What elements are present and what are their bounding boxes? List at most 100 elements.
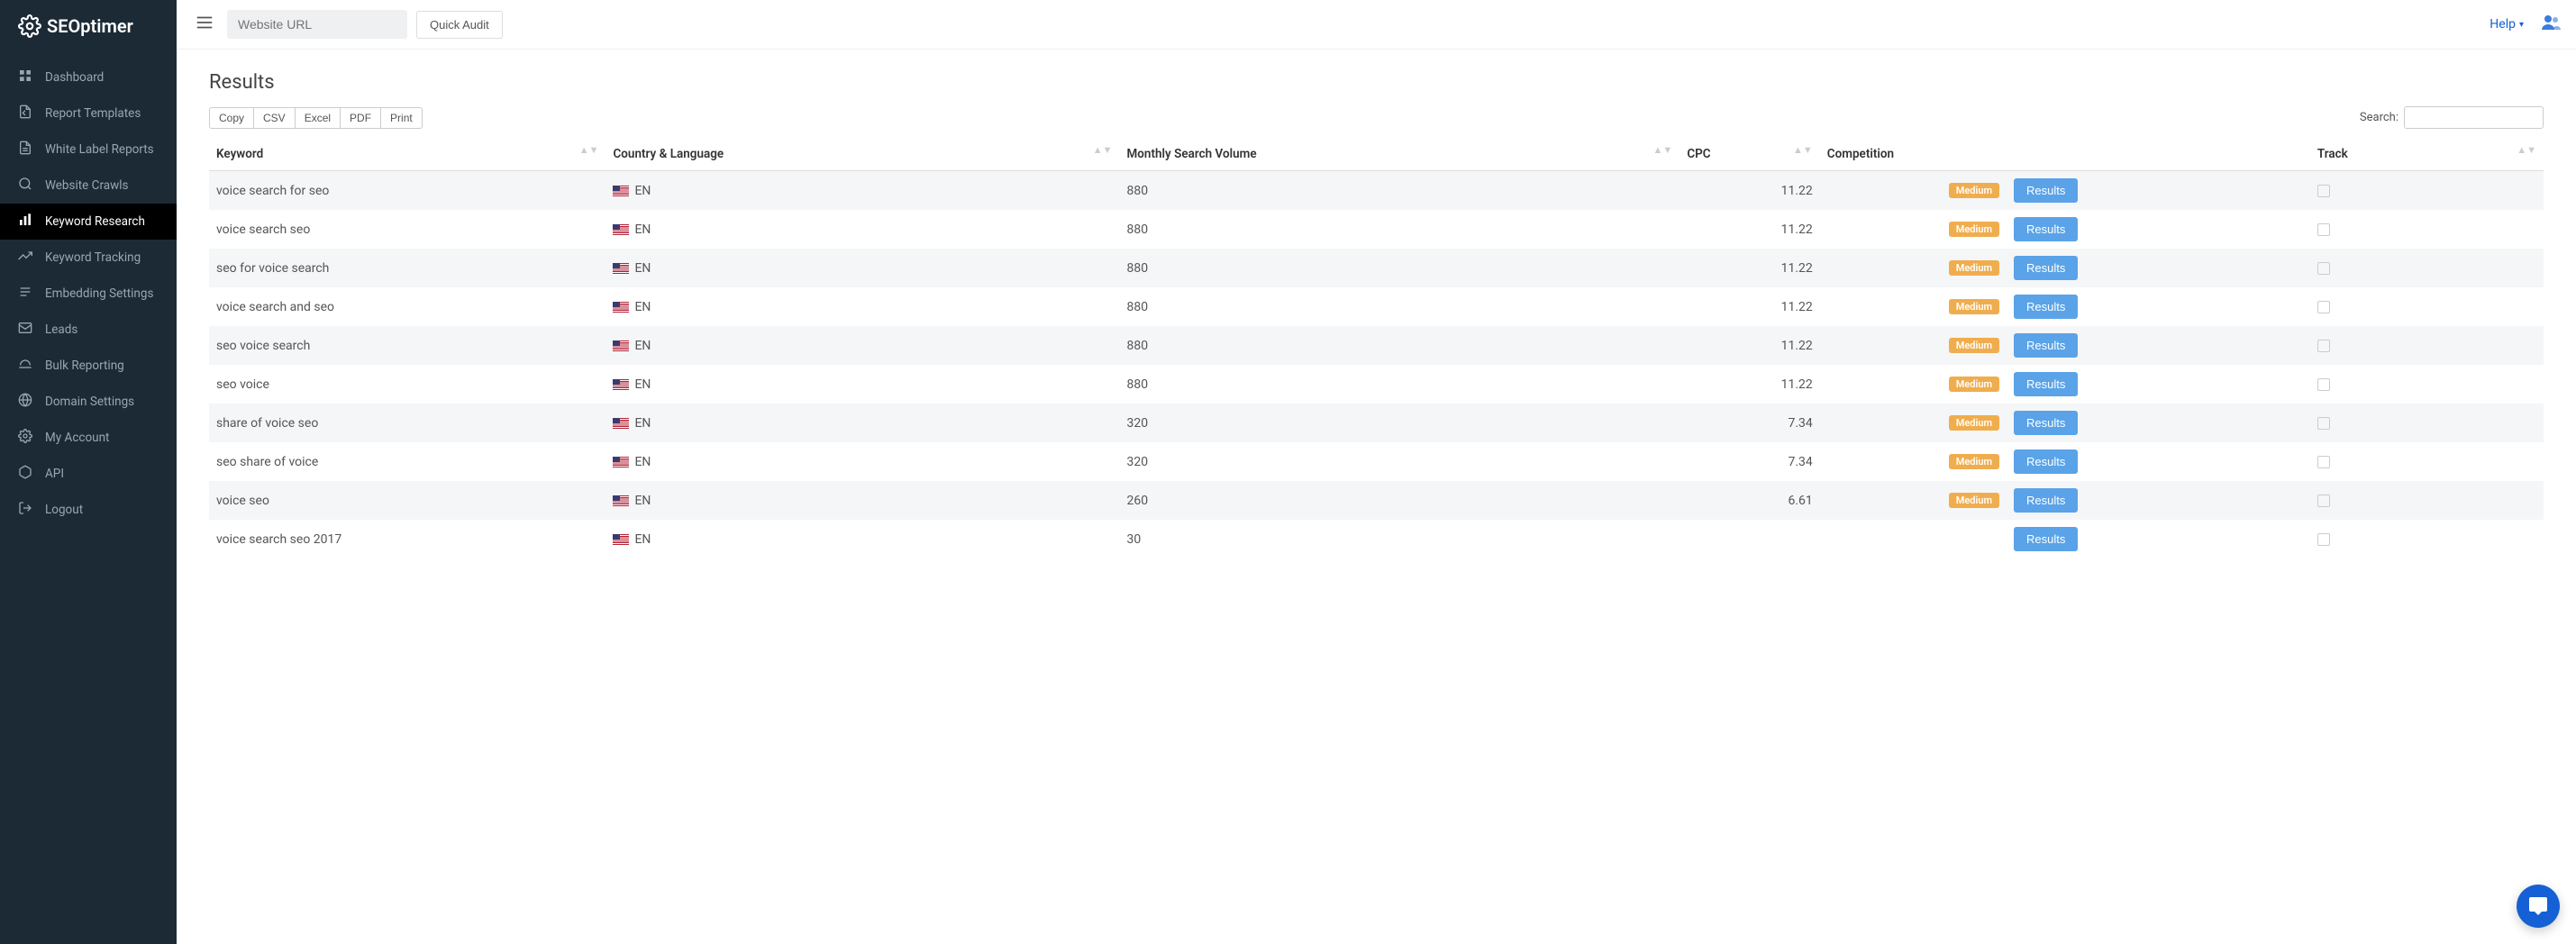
cell-volume: 320 xyxy=(1119,442,1679,481)
us-flag-icon xyxy=(613,495,629,506)
track-checkbox[interactable] xyxy=(2317,533,2330,546)
table-row: voice search seo 2017EN30 Results xyxy=(209,520,2544,558)
table-row: seo voice searchEN88011.22MediumResults xyxy=(209,326,2544,365)
sidebar-item-white-label-reports[interactable]: White Label Reports xyxy=(0,132,177,168)
pdf-button[interactable]: PDF xyxy=(340,107,381,129)
us-flag-icon xyxy=(613,418,629,429)
cell-cpc: 7.34 xyxy=(1679,442,1819,481)
cell-actions: Results xyxy=(2007,365,2310,404)
col-volume[interactable]: Monthly Search Volume▲▼ xyxy=(1119,138,1679,171)
table-row: voice search seoEN88011.22MediumResults xyxy=(209,210,2544,249)
cell-volume: 320 xyxy=(1119,404,1679,442)
print-button[interactable]: Print xyxy=(380,107,423,129)
col-competition[interactable]: Competition xyxy=(1820,138,2007,171)
chat-widget[interactable] xyxy=(2517,885,2560,928)
track-checkbox[interactable] xyxy=(2317,262,2330,275)
results-button[interactable]: Results xyxy=(2014,527,2078,551)
copy-button[interactable]: Copy xyxy=(209,107,254,129)
sidebar-item-keyword-tracking[interactable]: Keyword Tracking xyxy=(0,240,177,276)
results-button[interactable]: Results xyxy=(2014,256,2078,280)
results-button[interactable]: Results xyxy=(2014,411,2078,435)
table-row: seo share of voiceEN3207.34MediumResults xyxy=(209,442,2544,481)
help-dropdown[interactable]: Help xyxy=(2490,17,2524,32)
cell-cpc: 7.34 xyxy=(1679,404,1819,442)
track-checkbox[interactable] xyxy=(2317,456,2330,468)
track-checkbox[interactable] xyxy=(2317,495,2330,507)
col-track[interactable]: Track▲▼ xyxy=(2310,138,2544,171)
website-url-input[interactable] xyxy=(227,10,407,39)
sidebar-item-report-templates[interactable]: Report Templates xyxy=(0,95,177,132)
gear-icon xyxy=(18,14,41,38)
competition-badge: Medium xyxy=(1949,493,1999,508)
cell-country: EN xyxy=(605,481,1119,520)
sidebar-item-website-crawls[interactable]: Website Crawls xyxy=(0,168,177,204)
sidebar-item-label: White Label Reports xyxy=(45,142,154,157)
results-button[interactable]: Results xyxy=(2014,449,2078,474)
crawl-icon xyxy=(18,177,32,195)
sidebar-item-embedding-settings[interactable]: Embedding Settings xyxy=(0,276,177,312)
sidebar-item-label: Logout xyxy=(45,503,83,517)
sidebar-item-leads[interactable]: Leads xyxy=(0,312,177,348)
track-checkbox[interactable] xyxy=(2317,223,2330,236)
cell-competition: Medium xyxy=(1820,365,2007,404)
sidebar-item-logout[interactable]: Logout xyxy=(0,492,177,528)
sidebar-item-label: Domain Settings xyxy=(45,395,134,409)
cell-competition: Medium xyxy=(1820,287,2007,326)
track-checkbox[interactable] xyxy=(2317,417,2330,430)
table-row: voice search for seoEN88011.22MediumResu… xyxy=(209,171,2544,211)
sidebar-item-keyword-research[interactable]: Keyword Research xyxy=(0,204,177,240)
col-cpc[interactable]: CPC▲▼ xyxy=(1679,138,1819,171)
results-table: Keyword▲▼ Country & Language▲▼ Monthly S… xyxy=(209,138,2544,558)
cell-volume: 880 xyxy=(1119,365,1679,404)
sidebar-item-api[interactable]: API xyxy=(0,456,177,492)
cell-actions: Results xyxy=(2007,171,2310,211)
research-icon xyxy=(18,213,32,231)
hamburger-button[interactable] xyxy=(191,9,218,40)
bulk-icon xyxy=(18,357,32,375)
cell-volume: 880 xyxy=(1119,249,1679,287)
csv-button[interactable]: CSV xyxy=(253,107,296,129)
cell-country: EN xyxy=(605,520,1119,558)
us-flag-icon xyxy=(613,379,629,390)
brand-logo[interactable]: SEOptimer xyxy=(0,0,177,52)
sidebar-nav: DashboardReport Templates White Label Rep… xyxy=(0,59,177,528)
track-checkbox[interactable] xyxy=(2317,301,2330,313)
col-country[interactable]: Country & Language▲▼ xyxy=(605,138,1119,171)
track-checkbox[interactable] xyxy=(2317,378,2330,391)
cell-track xyxy=(2310,287,2544,326)
us-flag-icon xyxy=(613,186,629,196)
cell-keyword: seo voice search xyxy=(209,326,605,365)
cell-competition: Medium xyxy=(1820,481,2007,520)
results-button[interactable]: Results xyxy=(2014,295,2078,319)
col-actions xyxy=(2007,138,2310,171)
results-button[interactable]: Results xyxy=(2014,488,2078,513)
sort-icon: ▲▼ xyxy=(1793,147,1813,153)
sort-icon: ▲▼ xyxy=(1093,147,1113,153)
cell-keyword: voice search seo 2017 xyxy=(209,520,605,558)
sidebar-item-bulk-reporting[interactable]: Bulk Reporting xyxy=(0,348,177,384)
track-checkbox[interactable] xyxy=(2317,185,2330,197)
cell-cpc: 11.22 xyxy=(1679,210,1819,249)
col-keyword[interactable]: Keyword▲▼ xyxy=(209,138,605,171)
cell-volume: 880 xyxy=(1119,326,1679,365)
cell-volume: 30 xyxy=(1119,520,1679,558)
search-input[interactable] xyxy=(2404,106,2544,129)
results-button[interactable]: Results xyxy=(2014,333,2078,358)
report-icon xyxy=(18,141,32,159)
users-icon xyxy=(2540,12,2562,33)
table-row: voice seoEN2606.61MediumResults xyxy=(209,481,2544,520)
competition-badge: Medium xyxy=(1949,299,1999,314)
results-button[interactable]: Results xyxy=(2014,372,2078,396)
sidebar-item-domain-settings[interactable]: Domain Settings xyxy=(0,384,177,420)
results-button[interactable]: Results xyxy=(2014,178,2078,203)
cell-keyword: voice seo xyxy=(209,481,605,520)
sidebar-item-dashboard[interactable]: Dashboard xyxy=(0,59,177,95)
quick-audit-button[interactable]: Quick Audit xyxy=(416,11,503,39)
excel-button[interactable]: Excel xyxy=(295,107,341,129)
user-menu[interactable] xyxy=(2540,12,2562,37)
cell-volume: 880 xyxy=(1119,287,1679,326)
results-button[interactable]: Results xyxy=(2014,217,2078,241)
track-checkbox[interactable] xyxy=(2317,340,2330,352)
cell-country: EN xyxy=(605,249,1119,287)
sidebar-item-my-account[interactable]: My Account xyxy=(0,420,177,456)
